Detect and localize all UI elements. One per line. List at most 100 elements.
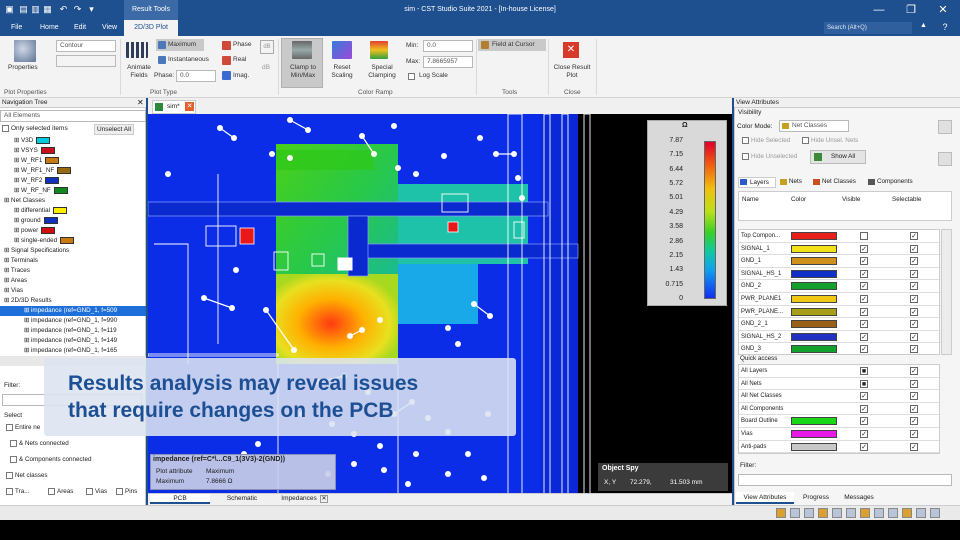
selectable-checkbox[interactable]: ✓ bbox=[910, 429, 918, 438]
visible-checkbox[interactable]: ✓ bbox=[860, 332, 868, 341]
net-classes-checkbox[interactable] bbox=[6, 472, 13, 479]
visibility-settings-icon[interactable] bbox=[938, 120, 952, 134]
row-color-swatch[interactable] bbox=[791, 442, 837, 451]
selectable-checkbox[interactable]: ✓ bbox=[910, 232, 918, 240]
tree-item[interactable]: ⊞ power bbox=[0, 226, 146, 236]
selectable-checkbox[interactable]: ✓ bbox=[910, 392, 918, 401]
areas-checkbox[interactable] bbox=[48, 488, 55, 495]
close-result-plot-button[interactable]: Close Result Plot bbox=[551, 64, 593, 80]
expand-icon[interactable]: ⊞ bbox=[14, 207, 21, 214]
grid-icon[interactable] bbox=[874, 508, 884, 518]
components-connected-row[interactable]: & Components connected bbox=[10, 456, 91, 463]
row-color-swatch[interactable] bbox=[791, 269, 837, 278]
customize-quick-access-icon[interactable]: ▾ bbox=[86, 4, 97, 15]
layer-row[interactable]: PWR_PLANE1 ✓ ✓ bbox=[739, 293, 939, 306]
snap-icon[interactable] bbox=[888, 508, 898, 518]
expand-icon[interactable]: ⊞ bbox=[14, 157, 21, 164]
selectable-checkbox[interactable]: ✓ bbox=[910, 269, 918, 278]
tree-item[interactable]: ⊞ Areas bbox=[0, 276, 146, 286]
row-color-swatch[interactable] bbox=[791, 257, 837, 266]
traces-checkbox[interactable] bbox=[6, 488, 13, 495]
layers-scrollbar[interactable] bbox=[941, 229, 952, 355]
expand-icon[interactable]: ⊞ bbox=[24, 327, 31, 334]
tab-home[interactable]: Home bbox=[34, 20, 65, 36]
vias-checkbox[interactable] bbox=[86, 488, 93, 495]
row-color-swatch[interactable] bbox=[791, 345, 837, 354]
pan-icon[interactable] bbox=[804, 508, 814, 518]
restore-button[interactable]: ❐ bbox=[896, 0, 926, 20]
pcb-viewport[interactable] bbox=[147, 113, 732, 497]
selectable-checkbox[interactable]: ✓ bbox=[910, 404, 918, 413]
color-swatch[interactable] bbox=[40, 146, 55, 154]
contour-select[interactable]: Contour bbox=[56, 40, 116, 52]
log-scale-checkbox[interactable] bbox=[408, 73, 415, 80]
real-button[interactable]: Real bbox=[233, 56, 246, 64]
quick-access-row[interactable]: Anti-pads ✓ ✓ bbox=[739, 441, 939, 453]
row-color-swatch[interactable] bbox=[791, 332, 837, 341]
ruler-icon[interactable] bbox=[916, 508, 926, 518]
traces-check-row[interactable]: Tra... bbox=[6, 488, 29, 495]
tree-item[interactable]: ⊞ VSYS bbox=[0, 146, 146, 156]
selectable-checkbox[interactable]: ✓ bbox=[910, 307, 918, 316]
expand-icon[interactable]: ⊞ bbox=[14, 237, 21, 244]
visible-checkbox[interactable]: ✓ bbox=[860, 282, 868, 291]
color-swatch[interactable] bbox=[57, 166, 72, 174]
expand-icon[interactable]: ⊞ bbox=[4, 297, 11, 304]
selectable-checkbox[interactable]: ✓ bbox=[910, 417, 918, 426]
color-swatch[interactable] bbox=[60, 236, 75, 244]
selectable-checkbox[interactable]: ✓ bbox=[910, 257, 918, 266]
visible-checkbox[interactable]: ✓ bbox=[860, 244, 868, 253]
color-swatch[interactable] bbox=[36, 136, 51, 144]
color-swatch[interactable] bbox=[41, 226, 56, 234]
components-connected-checkbox[interactable] bbox=[10, 456, 17, 463]
max-input[interactable]: 7.8665957 bbox=[423, 56, 473, 68]
redo-icon[interactable]: ↷ bbox=[72, 4, 83, 15]
layer-row[interactable]: SIGNAL_HS_2 ✓ ✓ bbox=[739, 331, 939, 344]
tree-item[interactable]: ⊞ 2D/3D Results bbox=[0, 296, 146, 306]
tree-item[interactable]: ⊞ W_RF2 bbox=[0, 176, 146, 186]
only-selected-checkbox[interactable] bbox=[2, 125, 9, 132]
row-color-swatch[interactable] bbox=[791, 417, 837, 426]
rotate-icon[interactable] bbox=[818, 508, 828, 518]
tree-item[interactable]: ⊞ V3D bbox=[0, 136, 146, 146]
search-input[interactable]: Search (Alt+Q) bbox=[824, 22, 912, 34]
expand-icon[interactable]: ⊞ bbox=[14, 217, 21, 224]
nets-connected-row[interactable]: & Nets connected bbox=[10, 440, 69, 447]
instantaneous-button[interactable]: Instantaneous bbox=[168, 56, 209, 64]
row-color-swatch[interactable] bbox=[791, 294, 837, 303]
row-color-swatch[interactable] bbox=[791, 307, 837, 316]
layer-row[interactable]: SIGNAL_HS_1 ✓ ✓ bbox=[739, 268, 939, 281]
tab-file[interactable]: File bbox=[5, 20, 28, 36]
tree-item[interactable]: ⊞ Net Classes bbox=[0, 196, 146, 206]
layer-row[interactable]: GND_1 ✓ ✓ bbox=[739, 255, 939, 268]
view-icon[interactable] bbox=[860, 508, 870, 518]
expand-icon[interactable]: ⊞ bbox=[14, 137, 21, 144]
selectable-checkbox[interactable]: ✓ bbox=[910, 244, 918, 253]
row-color-swatch[interactable] bbox=[791, 232, 837, 240]
reset-scaling-button[interactable]: Reset Scaling bbox=[326, 64, 358, 80]
tree-item[interactable]: ⊞ W_RF1 bbox=[0, 156, 146, 166]
selectable-checkbox[interactable]: ✓ bbox=[910, 332, 918, 341]
entire-net-row[interactable]: Entire ne bbox=[6, 424, 40, 431]
animate-fields-button[interactable]: Animate Fields bbox=[122, 64, 156, 80]
visible-checkbox[interactable]: ✓ bbox=[860, 269, 868, 278]
phase-button[interactable]: Phase bbox=[233, 41, 251, 49]
tree-item[interactable]: ⊞ impedance (ref=GND_1, f=149 bbox=[0, 336, 146, 346]
expand-icon[interactable]: ⊞ bbox=[14, 227, 21, 234]
layer-row[interactable]: GND_2_1 ✓ ✓ bbox=[739, 318, 939, 331]
tab-impedances[interactable]: Impedances bbox=[274, 494, 324, 504]
tab-messages[interactable]: Messages bbox=[838, 492, 880, 504]
quick-access-row[interactable]: All Nets ■ ✓ bbox=[739, 378, 939, 391]
imag-button[interactable]: Imag. bbox=[233, 72, 249, 80]
areas-check-row[interactable]: Areas bbox=[48, 488, 73, 495]
tab-view-attributes[interactable]: View Attributes bbox=[736, 492, 794, 504]
color-swatch[interactable] bbox=[52, 206, 67, 214]
visible-checkbox[interactable]: ✓ bbox=[860, 392, 868, 401]
color-swatch[interactable] bbox=[43, 216, 58, 224]
visible-checkbox[interactable]: ✓ bbox=[860, 345, 868, 354]
impedances-close-icon[interactable]: ✕ bbox=[320, 495, 328, 503]
save-all-icon[interactable]: ▦ bbox=[42, 4, 53, 15]
expand-icon[interactable]: ⊞ bbox=[24, 317, 31, 324]
layer-row[interactable]: Top Compon... ✓ bbox=[739, 230, 939, 243]
expand-icon[interactable]: ⊞ bbox=[4, 267, 11, 274]
